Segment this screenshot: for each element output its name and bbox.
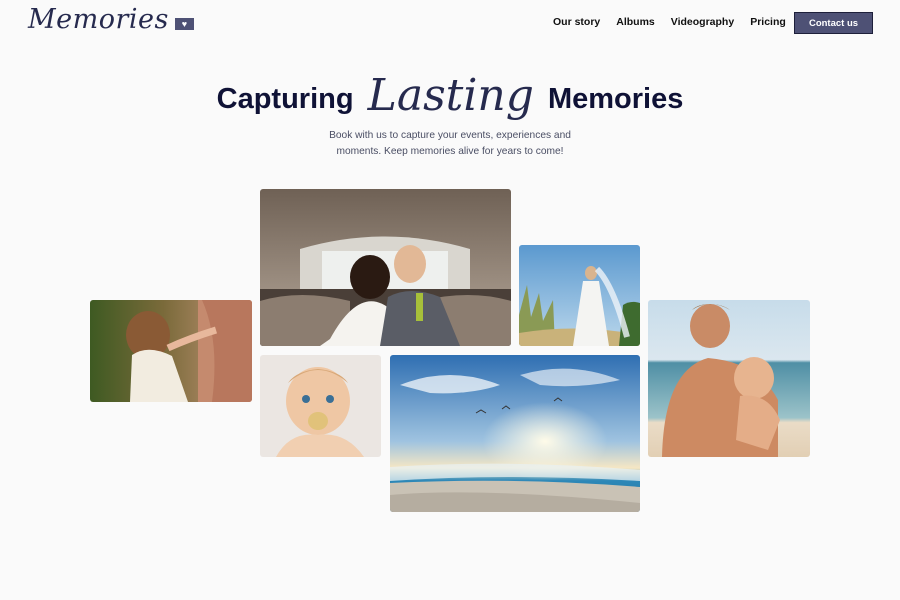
hero-title-after: Memories (547, 83, 684, 115)
photo-father-and-child[interactable] (648, 300, 810, 457)
nav-item-videography[interactable]: Videography (671, 16, 734, 28)
hero-title-before: Capturing (216, 83, 354, 115)
heart-icon: ♥ (174, 17, 194, 30)
contact-us-button[interactable]: Contact us (794, 12, 873, 34)
hero-title: Capturing Lasting Memories (0, 68, 900, 121)
nav-item-pricing[interactable]: Pricing (750, 16, 786, 28)
hero-title-script: Lasting (367, 70, 534, 121)
nav-item-our-story[interactable]: Our story (553, 16, 600, 28)
photo-ocean-sunset[interactable] (390, 355, 640, 512)
photo-baby[interactable] (260, 355, 381, 457)
photo-bride-on-beach[interactable] (519, 245, 640, 346)
nav-item-albums[interactable]: Albums (616, 16, 655, 28)
hero-subtitle-line-2: moments. Keep memories alive for years t… (336, 146, 564, 157)
hero-subtitle: Book with us to capture your events, exp… (300, 128, 600, 160)
brand-logo[interactable]: Memories ♥ (28, 4, 194, 35)
brand-name: Memories (28, 4, 169, 35)
photo-wedding-couple[interactable] (260, 189, 511, 346)
hero-subtitle-line-1: Book with us to capture your events, exp… (329, 130, 571, 141)
photo-girl-hugging-mother[interactable] (90, 300, 252, 402)
main-nav: Our story Albums Videography Pricing (553, 16, 802, 28)
